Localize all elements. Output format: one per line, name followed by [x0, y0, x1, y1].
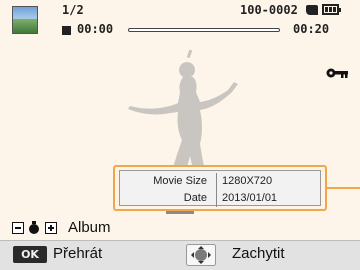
battery-icon — [322, 4, 341, 15]
status-bar: 1/2 00:00 100-0002 00:20 — [0, 0, 360, 48]
elapsed-time: 00:00 — [77, 22, 114, 36]
callout-line — [325, 187, 360, 189]
ok-button[interactable]: OK — [13, 246, 47, 263]
thumbnail-icon — [12, 6, 38, 34]
playback-progress-bar — [128, 28, 280, 32]
play-label: Přehrát — [53, 245, 103, 262]
file-info-box: Movie Size 1280X720 Date 2013/01/01 — [113, 165, 327, 211]
info-label: Date — [183, 192, 207, 204]
memory-card-icon — [306, 5, 318, 15]
info-label: Movie Size — [153, 175, 207, 187]
file-number: 100-0002 — [240, 3, 298, 17]
capture-label: Zachytit — [232, 245, 285, 262]
info-value: 2013/01/01 — [222, 192, 278, 204]
playback-screen: 1/2 00:00 100-0002 00:20 Movie Size 1280… — [0, 0, 360, 270]
album-dial-icon — [12, 221, 57, 234]
stop-icon — [62, 26, 71, 35]
info-value: 1280X720 — [222, 175, 273, 187]
navigation-button-icon[interactable] — [186, 244, 216, 266]
total-time: 00:20 — [293, 22, 330, 36]
info-row: Date 2013/01/01 — [120, 190, 320, 207]
key-icon — [326, 68, 348, 78]
info-row: Movie Size 1280X720 — [120, 173, 320, 190]
file-counter: 1/2 — [62, 3, 84, 17]
album-label: Album — [68, 219, 111, 236]
file-info-table: Movie Size 1280X720 Date 2013/01/01 — [119, 170, 321, 207]
